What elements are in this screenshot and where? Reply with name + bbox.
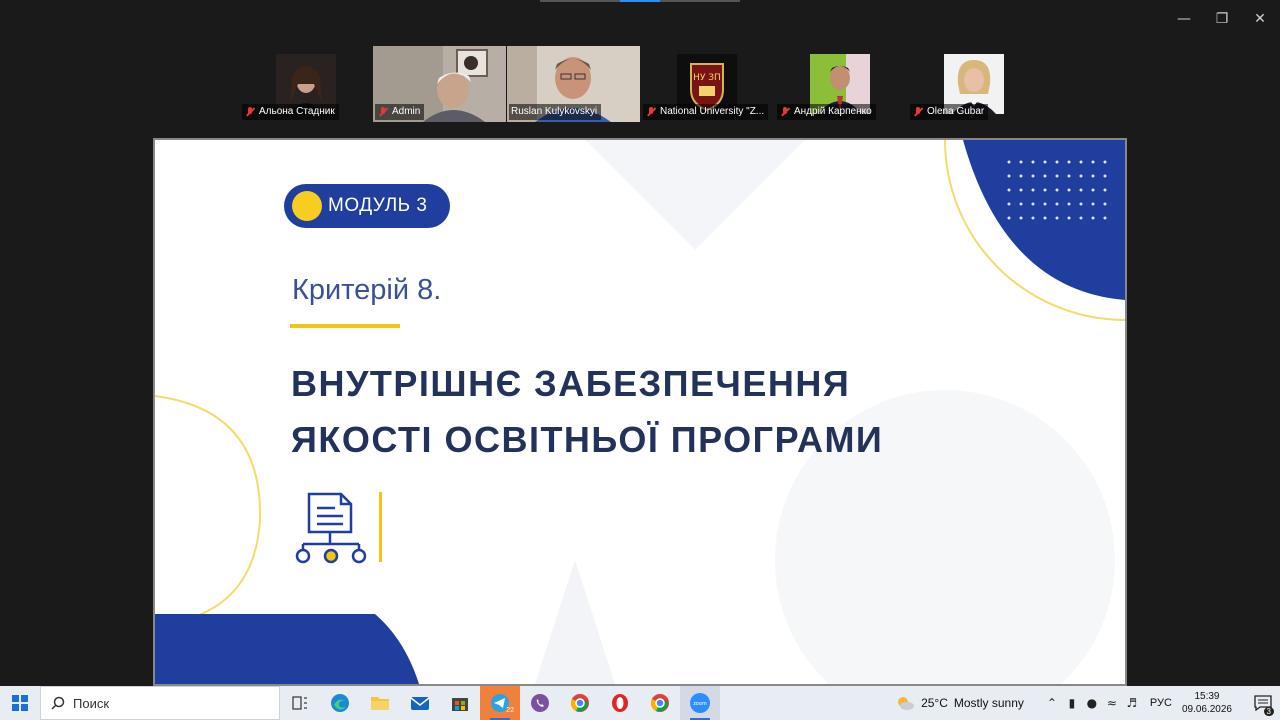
participant-tile[interactable]: Альона Стадник [240, 46, 372, 122]
criterion-underline [290, 324, 400, 328]
module-dot-icon [292, 191, 322, 221]
taskbar-mail[interactable] [400, 686, 440, 720]
mic-muted-icon [779, 106, 791, 118]
mail-icon [410, 697, 430, 710]
participant-name-bar: Ruslan Kulykovskyi [509, 104, 602, 120]
slide-title-line: ВНУТРІШНЄ ЗАБЕЗПЕЧЕННЯ [291, 363, 851, 404]
search-placeholder: Поиск [73, 695, 110, 711]
notification-count: 3 [1263, 707, 1274, 716]
taskbar-file-explorer[interactable] [360, 686, 400, 720]
mic-muted-icon [912, 106, 924, 118]
document-hierarchy-icon [291, 490, 371, 571]
taskbar-search[interactable]: Поиск [40, 686, 280, 720]
presentation-slide: МОДУЛЬ 3 Критерій 8. ВНУТРІШНЄ ЗАБЕЗПЕЧЕ… [155, 140, 1125, 684]
share-indicator [540, 0, 740, 2]
participant-tile[interactable]: Admin [373, 46, 506, 122]
logo-text: НУ ЗП [693, 73, 721, 83]
taskbar-chrome[interactable] [560, 686, 600, 720]
decorative-divider [379, 492, 382, 562]
clock-time: 15:39 [1194, 691, 1220, 702]
participant-name: Olena Gubar [927, 106, 985, 117]
mic-muted-icon [377, 106, 389, 118]
weather-widget[interactable]: 25°C Mostly sunny [895, 695, 1024, 711]
opera-icon [612, 694, 628, 712]
clock[interactable]: 15:39 09.06.2026 [1182, 690, 1232, 716]
participant-tile-active-speaker[interactable]: Ruslan Kulykovskyi [507, 46, 640, 122]
participant-strip: Альона Стадник Admin Ruslan Kulykovskyi … [0, 46, 1280, 124]
language-indicator[interactable]: РУС [1150, 697, 1172, 709]
participant-name-bar: Admin [375, 104, 425, 120]
chevron-up-icon[interactable]: ⌃ [1042, 696, 1062, 710]
taskbar-viber[interactable] [520, 686, 560, 720]
taskbar-telegram[interactable]: 22 [480, 686, 520, 720]
windows-taskbar: Поиск 22 zoom 25°C Mostly sunny ⌃ ▮ ● ≈ … [0, 686, 1280, 720]
participant-name: Ruslan Kulykovskyi [511, 106, 598, 117]
notification-center-button[interactable]: 3 [1246, 686, 1280, 720]
search-icon [51, 696, 65, 710]
participant-name: Альона Стадник [259, 106, 335, 117]
speaker-icon[interactable]: ♬ [1122, 696, 1142, 710]
taskbar-edge[interactable] [320, 686, 360, 720]
weather-description: Mostly sunny [953, 696, 1024, 710]
windows-logo-icon [12, 695, 28, 711]
battery-icon[interactable]: ▮ [1062, 696, 1082, 710]
shared-screen[interactable]: МОДУЛЬ 3 Критерій 8. ВНУТРІШНЄ ЗАБЕЗПЕЧЕ… [153, 138, 1127, 686]
participant-name: Андрій Карпенко [794, 106, 872, 117]
dot-grid-decoration [1007, 160, 1107, 220]
chrome-icon [571, 694, 589, 712]
zoom-icon: zoom [690, 693, 710, 713]
participant-name-bar: National University "Z... [643, 104, 769, 120]
partly-sunny-icon [898, 697, 915, 710]
mic-muted-icon [244, 106, 256, 118]
participant-name-bar: Альона Стадник [242, 104, 339, 120]
participant-name-bar: Андрій Карпенко [777, 104, 876, 120]
zoom-icon-label: zoom [693, 701, 707, 707]
clock-date: 09.06.2026 [1181, 704, 1232, 715]
chrome-icon [651, 694, 669, 712]
taskbar-store[interactable] [440, 686, 480, 720]
criterion-heading: Критерій 8. [292, 274, 442, 306]
store-icon [452, 698, 468, 711]
participant-name: Admin [392, 106, 421, 117]
microphone-icon[interactable]: ● [1082, 696, 1102, 710]
viber-icon [531, 694, 549, 712]
slide-title-line: ЯКОСТІ ОСВІТНЬОЇ ПРОГРАМИ [291, 419, 884, 460]
restore-button[interactable]: ❐ [1204, 8, 1240, 30]
task-view-icon [292, 696, 307, 710]
task-view-button[interactable] [280, 686, 320, 720]
minimize-button[interactable]: — [1166, 8, 1202, 30]
taskbar-zoom[interactable]: zoom [680, 686, 720, 720]
start-button[interactable] [0, 686, 40, 720]
participant-tile[interactable]: Андрій Карпенко [775, 46, 908, 122]
zoom-meeting-window: — ❐ ✕ Альона Стадник Admin Ruslan Kulyko… [0, 0, 1280, 686]
slide-title: ВНУТРІШНЄ ЗАБЕЗПЕЧЕННЯ ЯКОСТІ ОСВІТНЬОЇ … [291, 356, 931, 468]
wifi-icon[interactable]: ≈ [1102, 696, 1122, 710]
participant-name: National University "Z... [660, 106, 765, 117]
system-tray: 25°C Mostly sunny ⌃ ▮ ● ≈ ♬ РУС 15:39 09… [895, 686, 1280, 720]
close-button[interactable]: ✕ [1242, 8, 1278, 30]
taskbar-opera[interactable] [600, 686, 640, 720]
module-label: МОДУЛЬ 3 [328, 195, 428, 216]
participant-tile[interactable]: Olena Gubar [908, 46, 1041, 122]
mic-muted-icon [645, 106, 657, 118]
participant-tile[interactable]: НУ ЗП National University "Z... [641, 46, 774, 122]
participant-name-bar: Olena Gubar [910, 104, 989, 120]
taskbar-chrome-2[interactable] [640, 686, 680, 720]
telegram-badge: 22 [506, 707, 514, 714]
module-badge: МОДУЛЬ 3 [284, 184, 450, 228]
weather-temperature: 25°C [921, 696, 948, 710]
edge-icon [331, 694, 349, 712]
folder-icon [371, 697, 389, 710]
